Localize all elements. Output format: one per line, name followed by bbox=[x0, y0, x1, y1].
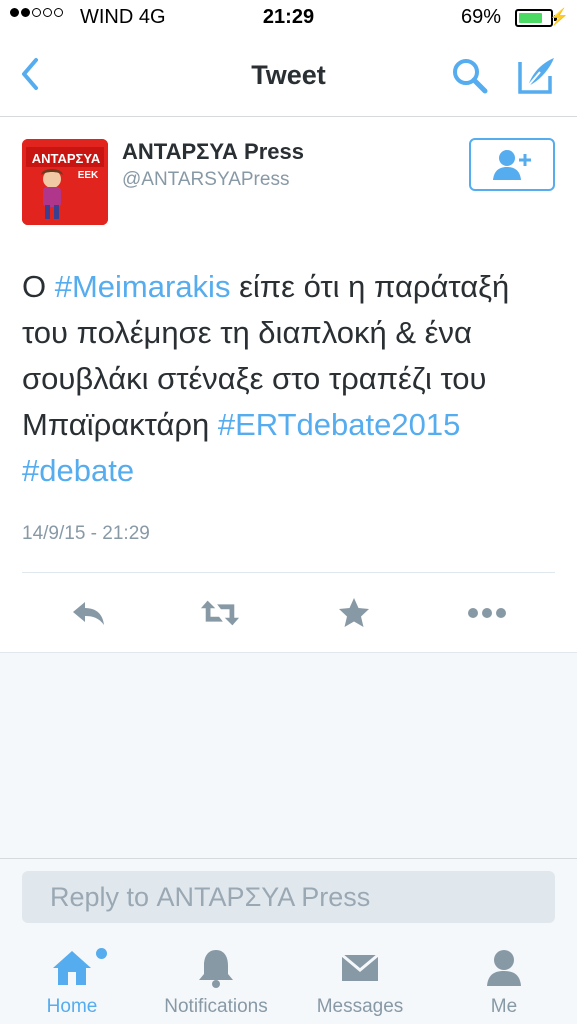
tweet-text-part: Ο bbox=[22, 269, 55, 304]
avatar-logo-text: ΑΝΤΑΡΣΥΑ bbox=[32, 151, 101, 166]
navigation-bar: Tweet bbox=[0, 36, 577, 117]
battery-percent: 69% bbox=[460, 6, 501, 28]
more-button[interactable] bbox=[467, 593, 507, 633]
author-handle[interactable]: @ANTARSYAPress bbox=[122, 169, 289, 191]
divider bbox=[22, 572, 555, 573]
tab-notifications[interactable]: Notifications bbox=[144, 934, 288, 1024]
tab-label: Notifications bbox=[164, 996, 268, 1017]
retweet-icon bbox=[200, 600, 240, 626]
hashtag-link[interactable]: #ERTdebate2015 bbox=[218, 407, 460, 442]
search-button[interactable] bbox=[450, 56, 490, 96]
hashtag-link[interactable]: #debate bbox=[22, 453, 134, 488]
search-icon bbox=[453, 59, 488, 94]
envelope-icon bbox=[341, 953, 379, 981]
charging-icon: ⚡ bbox=[549, 9, 569, 26]
author-name[interactable]: ΑΝΤΑΡΣΥΑ Press bbox=[122, 139, 304, 165]
add-user-icon bbox=[493, 149, 531, 180]
tab-label: Me bbox=[490, 996, 518, 1017]
tweet-timestamp: 14/9/15 - 21:29 bbox=[22, 523, 150, 544]
avatar[interactable]: ΑΝΤΑΡΣΥΑ ΕΕΚ bbox=[22, 139, 108, 225]
home-icon bbox=[53, 951, 91, 985]
tweet-actions bbox=[0, 585, 577, 641]
follow-button[interactable] bbox=[469, 138, 555, 191]
avatar-image: ΑΝΤΑΡΣΥΑ ΕΕΚ bbox=[22, 139, 108, 225]
hashtag-link[interactable]: #Meimarakis bbox=[55, 269, 231, 304]
retweet-button[interactable] bbox=[200, 593, 240, 633]
person-icon bbox=[487, 950, 521, 986]
empty-area bbox=[0, 652, 577, 859]
status-bar: WIND 4G 21:29 69% ⚡ bbox=[0, 0, 577, 36]
star-icon bbox=[339, 598, 369, 627]
favorite-button[interactable] bbox=[334, 593, 374, 633]
tab-me[interactable]: Me bbox=[432, 934, 576, 1024]
compose-quill-icon bbox=[518, 58, 554, 94]
tab-messages[interactable]: Messages bbox=[288, 934, 432, 1024]
tab-bar: Home Notifications Messages Me bbox=[0, 934, 577, 1024]
tab-label: Home bbox=[46, 996, 98, 1017]
reply-input[interactable]: Reply to ΑΝΤΑΡΣΥΑ Press bbox=[22, 871, 555, 923]
more-dots-icon bbox=[468, 608, 506, 618]
page-title: Tweet bbox=[251, 60, 326, 90]
battery-icon bbox=[515, 9, 557, 27]
new-content-indicator bbox=[96, 948, 107, 959]
avatar-logo-subtext: ΕΕΚ bbox=[78, 170, 99, 181]
reply-button[interactable] bbox=[69, 593, 109, 633]
tab-home[interactable]: Home bbox=[0, 934, 144, 1024]
reply-icon bbox=[73, 602, 104, 625]
tweet-text: Ο #Meimarakis είπε ότι η παράταξή του πο… bbox=[22, 264, 562, 494]
bell-icon bbox=[199, 950, 233, 988]
tab-label: Messages bbox=[316, 996, 404, 1017]
compose-button[interactable] bbox=[514, 54, 558, 98]
reply-bar: Reply to ΑΝΤΑΡΣΥΑ Press bbox=[0, 858, 577, 935]
